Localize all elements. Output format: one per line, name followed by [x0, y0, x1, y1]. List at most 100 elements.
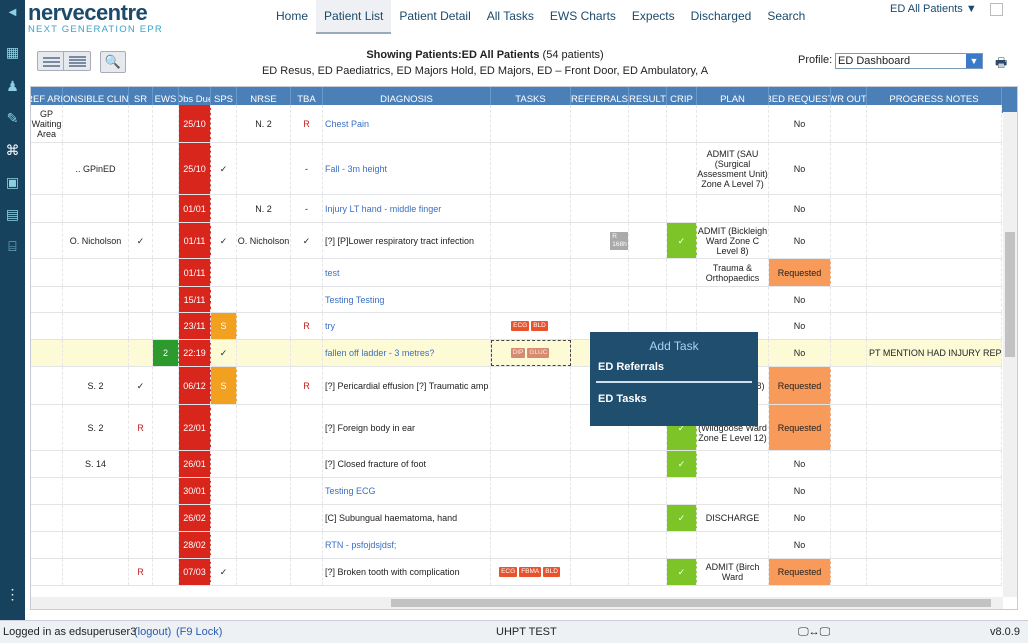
diagnosis-cell[interactable]: [?] Broken tooth with complication	[323, 559, 491, 585]
bed-request-cell[interactable]: No	[769, 313, 831, 339]
tasks-cell[interactable]	[491, 478, 571, 504]
nav-patient-list[interactable]: Patient List	[316, 0, 392, 34]
bed-request-cell[interactable]: No	[769, 451, 831, 477]
diagnosis-cell[interactable]: Testing ECG	[323, 478, 491, 504]
profile-select[interactable]: ED Dashboard ▼	[835, 53, 983, 69]
task-chip[interactable]: ECG	[499, 567, 518, 577]
nav-home[interactable]: Home	[268, 0, 316, 34]
diagnosis-cell[interactable]: RTN - psfojdsjdsf;	[323, 532, 491, 558]
task-chip[interactable]: BLD	[543, 567, 560, 577]
table-row[interactable]: 23/11 S Rtry ECG BLD No	[31, 313, 1002, 340]
bed-request-cell[interactable]: Requested	[769, 405, 831, 450]
table-row[interactable]: R 07/03 ✓ [?] Broken tooth with complicatio…	[31, 559, 1002, 586]
tasks-cell[interactable]	[491, 532, 571, 558]
ed-tasks-item[interactable]: ED Tasks	[590, 393, 758, 405]
lock-link[interactable]: (F9 Lock)	[176, 621, 222, 643]
task-chip[interactable]: ECG	[511, 321, 530, 331]
tasks-cell[interactable]	[491, 287, 571, 312]
ed-patient-selector[interactable]: ED All Patients ▼	[890, 3, 977, 15]
diagnosis-cell[interactable]: Fall - 3m height	[323, 143, 491, 194]
bed-request-cell[interactable]: No	[769, 105, 831, 142]
bed-request-cell[interactable]: Requested	[769, 259, 831, 286]
tasks-cell[interactable]	[491, 367, 571, 404]
referral-chip[interactable]: R 168h	[610, 231, 628, 250]
syringe-icon[interactable]: ✎	[4, 110, 21, 127]
horizontal-scroll-thumb[interactable]	[391, 599, 991, 607]
nav-discharged[interactable]: Discharged	[683, 0, 760, 34]
table-row[interactable]: S. 14 26/01 [?] Closed fracture of foot ✓ No	[31, 451, 1002, 478]
table-row[interactable]: 28/02 RTN - psfojdsjdsf; No	[31, 532, 1002, 559]
diagnosis-cell[interactable]: [?] [P]Lower respiratory tract infection	[323, 223, 491, 258]
bed-request-cell[interactable]: Requested	[769, 559, 831, 585]
bed-request-cell[interactable]: No	[769, 532, 831, 558]
table-row[interactable]: 26/02 [C] Subungual haematoma, hand ✓ DISCH…	[31, 505, 1002, 532]
list-view-button[interactable]	[63, 51, 91, 71]
diagnosis-cell[interactable]: [?] Pericardial effusion [?] Traumatic a…	[323, 367, 491, 404]
bed-request-cell[interactable]: No	[769, 340, 831, 366]
vertical-scroll-thumb[interactable]	[1005, 232, 1015, 357]
table-row[interactable]: .. GPinED 25/10 ✓ - Fall - 3m height ADMIT (S…	[31, 143, 1002, 195]
tasks-cell[interactable]	[491, 143, 571, 194]
task-chip[interactable]: FBMA	[519, 567, 542, 577]
tasks-cell[interactable]	[491, 451, 571, 477]
tasks-cell[interactable]	[491, 195, 571, 222]
bed-request-cell[interactable]: No	[769, 223, 831, 258]
task-chip[interactable]: BLD	[531, 321, 548, 331]
table-row[interactable]: 2 22:19 ✓ fallen off ladder - 3 metres? DIP G…	[31, 340, 1002, 367]
search-icon[interactable]: 🔍	[100, 51, 126, 73]
diagnosis-cell[interactable]: Injury LT hand - middle finger	[323, 195, 491, 222]
nav-all-tasks[interactable]: All Tasks	[479, 0, 542, 34]
tasks-cell[interactable]: ECG FBMA BLD	[491, 559, 571, 585]
diagnosis-cell[interactable]: Testing Testing	[323, 287, 491, 312]
bed-icon[interactable]: ⌸	[4, 238, 21, 255]
table-row[interactable]: 01/11 test Trauma & Orthopaedics Requested	[31, 259, 1002, 287]
diagnosis-cell[interactable]: fallen off ladder - 3 metres?	[323, 340, 491, 366]
clipboard-icon[interactable]: ▤	[4, 206, 21, 223]
horizontal-scrollbar[interactable]	[31, 597, 1003, 609]
table-row[interactable]: 01/01 N. 2- Injury LT hand - middle finger…	[31, 195, 1002, 223]
tasks-cell[interactable]	[491, 105, 571, 142]
diagnosis-cell[interactable]: [?] Foreign body in ear	[323, 405, 491, 450]
vertical-scrollbar[interactable]	[1003, 112, 1017, 597]
diagnosis-cell[interactable]: test	[323, 259, 491, 286]
bed-request-cell[interactable]: Requested	[769, 367, 831, 404]
tasks-cell[interactable]	[491, 505, 571, 531]
nav-patient-detail[interactable]: Patient Detail	[391, 0, 478, 34]
nav-search[interactable]: Search	[759, 0, 813, 34]
archive-icon[interactable]: ▣	[4, 174, 21, 191]
tasks-cell[interactable]	[491, 405, 571, 450]
table-row[interactable]: S. 2R22/01[?] Foreign body in ear✓ADMIT …	[31, 405, 1002, 451]
bed-request-cell[interactable]: No	[769, 478, 831, 504]
bed-request-cell[interactable]: No	[769, 143, 831, 194]
task-chip[interactable]: GLUC	[527, 348, 550, 358]
bed-request-cell[interactable]: No	[769, 195, 831, 222]
network-icon[interactable]: ⌘	[4, 142, 21, 159]
window-icon[interactable]	[990, 3, 1003, 16]
more-icon[interactable]: ⋮	[4, 586, 21, 603]
printer-icon[interactable]: 🖶	[995, 54, 1007, 76]
table-row[interactable]: O. Nicholson ✓ 01/11 ✓ O. Nicholson ✓ [?] [P]L…	[31, 223, 1002, 259]
tasks-cell[interactable]	[491, 259, 571, 286]
person-icon[interactable]: ♟	[4, 78, 21, 95]
nav-ews-charts[interactable]: EWS Charts	[542, 0, 624, 34]
tasks-cell[interactable]: ECG BLD	[491, 313, 571, 339]
diagnosis-cell[interactable]: [C] Subungual haematoma, hand	[323, 505, 491, 531]
table-row[interactable]: 15/11 Testing Testing No	[31, 287, 1002, 313]
ed-referrals-item[interactable]: ED Referrals	[590, 361, 758, 373]
table-row[interactable]: 30/01 Testing ECG No	[31, 478, 1002, 505]
logout-link[interactable]: (logout)	[134, 621, 171, 643]
nav-expects[interactable]: Expects	[624, 0, 683, 34]
diagnosis-cell[interactable]: [?] Closed fracture of foot	[323, 451, 491, 477]
collapse-arrow-icon[interactable]: ◀	[4, 4, 21, 21]
table-row[interactable]: GP Waiting Area 25/10 N. 2 R Chest Pain No	[31, 105, 1002, 143]
ward-icon[interactable]: ▦	[4, 44, 21, 61]
tasks-cell[interactable]: DIP GLUC	[491, 340, 571, 366]
task-chip[interactable]: DIP	[510, 348, 526, 358]
diagnosis-cell[interactable]: try	[323, 313, 491, 339]
bed-request-cell[interactable]: No	[769, 505, 831, 531]
diagnosis-cell[interactable]: Chest Pain	[323, 105, 491, 142]
table-row[interactable]: S. 2 ✓ 06/12 S R [?] Pericardial effusion [?]…	[31, 367, 1002, 405]
bed-request-cell[interactable]: No	[769, 287, 831, 312]
tasks-cell[interactable]	[491, 223, 571, 258]
grid-view-button[interactable]	[37, 51, 65, 71]
